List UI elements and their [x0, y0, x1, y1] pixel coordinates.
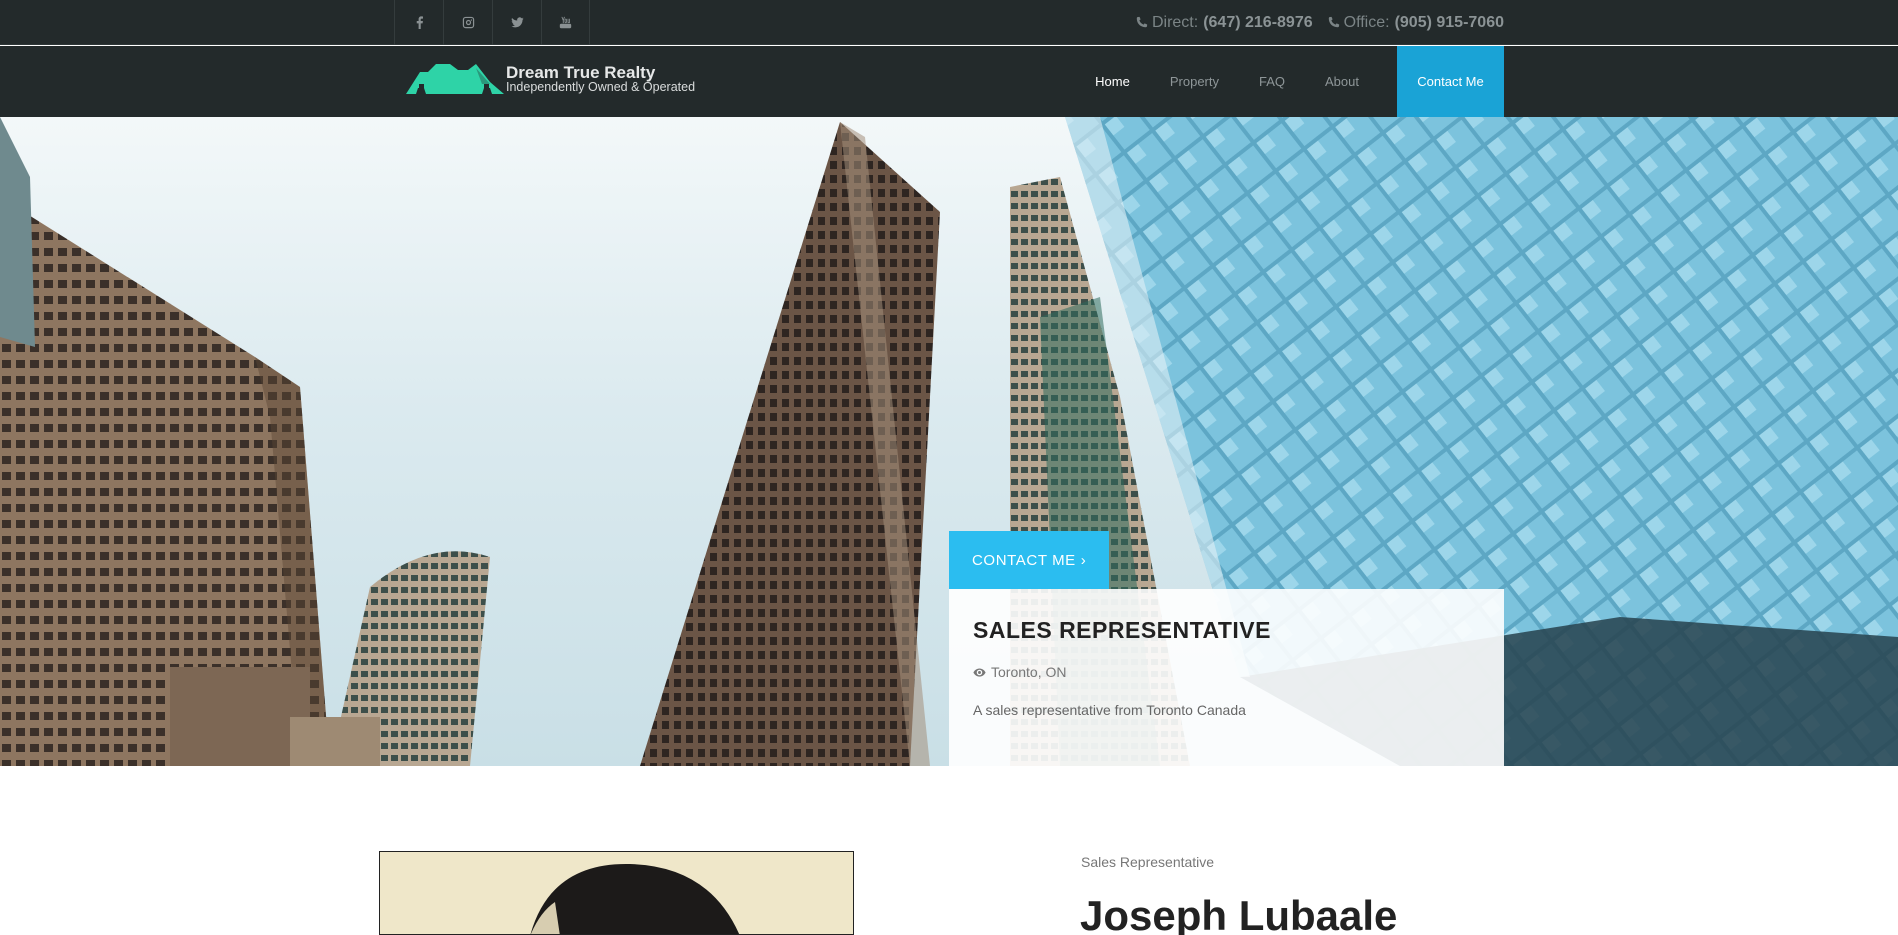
chevron-right-icon: › — [1080, 551, 1087, 569]
direct-number: (647) 216-8976 — [1203, 13, 1313, 31]
nav-item-property[interactable]: Property — [1170, 74, 1219, 89]
top-bar: Direct: (647) 216-8976 Office: (905) 915… — [0, 0, 1898, 45]
hero-banner: CONTACT ME › SALES REPRESENTATIVE Toront… — [0, 117, 1898, 766]
brand-name: Dream True Realty — [506, 62, 656, 82]
social-links — [394, 0, 590, 45]
hero-description: A sales representative from Toronto Cana… — [973, 702, 1246, 718]
contact-me-hero-label: CONTACT ME — [972, 551, 1076, 569]
agent-portrait-image — [380, 852, 853, 934]
office-label: Office: — [1343, 13, 1390, 31]
instagram-icon — [462, 16, 474, 29]
agent-photo — [379, 851, 854, 935]
brand-logo[interactable]: Dream True Realty Independently Owned & … — [406, 62, 695, 96]
instagram-link[interactable] — [443, 0, 492, 45]
nav-item-about[interactable]: About — [1325, 74, 1359, 89]
main-nav: Dream True Realty Independently Owned & … — [0, 46, 1898, 117]
contact-phones: Direct: (647) 216-8976 Office: (905) 915… — [1121, 0, 1504, 45]
eye-icon — [973, 667, 986, 677]
facebook-icon — [416, 16, 423, 29]
office-number: (905) 915-7060 — [1394, 13, 1504, 31]
direct-phone[interactable]: Direct: (647) 216-8976 — [1135, 14, 1313, 32]
agent-name: Joseph Lubaale — [1080, 892, 1398, 935]
facebook-link[interactable] — [394, 0, 443, 45]
brand-tagline: Independently Owned & Operated — [506, 80, 696, 95]
nav-menu: Home Property FAQ About Contact Me — [1055, 46, 1504, 117]
twitter-icon — [510, 17, 524, 28]
nav-item-faq[interactable]: FAQ — [1259, 74, 1285, 89]
office-phone[interactable]: Office: (905) 915-7060 — [1327, 14, 1504, 32]
contact-me-hero-button[interactable]: CONTACT ME › — [949, 531, 1109, 589]
twitter-link[interactable] — [492, 0, 541, 45]
hero-location: Toronto, ON — [973, 664, 1480, 680]
contact-me-nav-button[interactable]: Contact Me — [1397, 46, 1504, 117]
nav-item-home[interactable]: Home — [1095, 74, 1130, 89]
phone-icon — [1328, 16, 1339, 28]
youtube-link[interactable] — [541, 0, 590, 45]
agent-role: Sales Representative — [1081, 854, 1215, 870]
hero-title: SALES REPRESENTATIVE — [973, 617, 1271, 643]
phone-icon — [1136, 16, 1148, 28]
direct-label: Direct: — [1151, 13, 1199, 31]
hero-location-text: Toronto, ON — [991, 664, 1067, 680]
house-roof-icon — [406, 64, 504, 94]
youtube-icon — [559, 16, 572, 29]
hero-info-card: SALES REPRESENTATIVE Toronto, ON A sales… — [949, 589, 1504, 766]
